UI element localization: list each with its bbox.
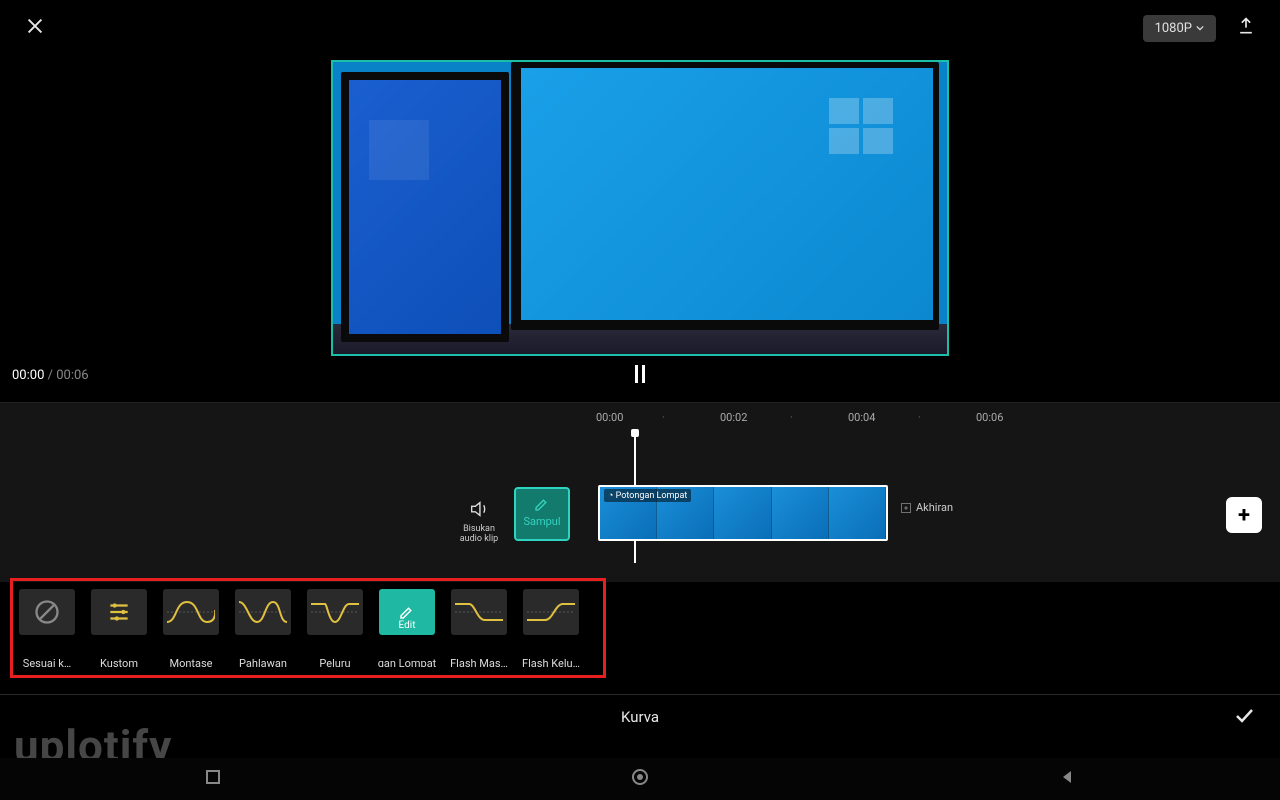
pencil-icon	[533, 495, 551, 513]
preset-label: Flash Mas…	[450, 657, 508, 667]
preset-label: Kustom	[100, 657, 138, 667]
panel-title: Kurva	[621, 708, 659, 726]
edit-label: Edit	[379, 620, 435, 631]
preset-label: Montase	[169, 657, 212, 667]
preset-label: Peluru	[319, 657, 350, 667]
pause-button[interactable]	[635, 365, 645, 383]
preset-label: Pahlawan	[239, 657, 287, 667]
preset-label: Sesuai k…	[23, 657, 71, 667]
preset-peluru[interactable]: Peluru	[305, 589, 365, 667]
pencil-icon	[398, 603, 416, 621]
export-icon[interactable]	[1236, 16, 1256, 40]
curve-icon	[527, 596, 575, 628]
resolution-label: 1080P	[1155, 21, 1192, 36]
confirm-button[interactable]	[1232, 703, 1256, 731]
preset-label: gan Lompat	[378, 657, 437, 667]
plus-square-icon	[900, 502, 912, 514]
nav-recent-icon[interactable]	[205, 769, 221, 789]
curve-presets-highlight: Sesuai k… Kustom Montase Pahlawan Peluru…	[10, 578, 606, 678]
playback-time: 00:00 / 00:06	[12, 368, 89, 383]
none-icon	[33, 598, 61, 626]
check-icon	[1232, 703, 1256, 727]
preset-pahlawan[interactable]: Pahlawan	[233, 589, 293, 667]
preset-custom[interactable]: Kustom	[89, 589, 149, 667]
mute-label: Bisukan audio klip	[454, 525, 504, 545]
preset-label: Flash Kelu…	[522, 657, 580, 667]
nav-back-icon[interactable]	[1059, 769, 1075, 789]
time-total: 00:06	[56, 368, 88, 383]
timeline-ruler: 00:00 · 00:02 · 00:04 · 00:06	[0, 411, 1280, 431]
preset-montase[interactable]: Montase	[161, 589, 221, 667]
clip-badge: ◔ Potongan Lompat	[604, 489, 691, 502]
curve-icon	[239, 596, 287, 628]
sliders-icon	[106, 599, 132, 625]
add-clip-button[interactable]: +	[1226, 497, 1262, 533]
mute-audio-button[interactable]: Bisukan audio klip	[454, 498, 504, 545]
nav-home-icon[interactable]	[631, 768, 649, 790]
video-preview[interactable]	[331, 60, 949, 356]
cover-button[interactable]: Sampul	[514, 487, 570, 541]
ending-button[interactable]: Akhiran	[900, 501, 953, 514]
panel-title-bar: Kurva	[0, 694, 1280, 738]
android-navbar	[0, 758, 1280, 800]
cover-label: Sampul	[523, 515, 560, 528]
preset-flash-in[interactable]: Flash Mas…	[449, 589, 509, 667]
curve-icon	[311, 596, 359, 628]
resolution-selector[interactable]: 1080P	[1143, 15, 1216, 42]
time-current: 00:00	[12, 368, 44, 383]
close-icon[interactable]	[24, 15, 46, 41]
video-clip[interactable]: ◔ Potongan Lompat	[598, 485, 888, 541]
ending-label: Akhiran	[916, 501, 953, 514]
speaker-icon	[468, 498, 490, 520]
preset-lompat[interactable]: Edit gan Lompat	[377, 589, 437, 667]
preset-flash-out[interactable]: Flash Kelu…	[521, 589, 581, 667]
preset-none[interactable]: Sesuai k…	[17, 589, 77, 667]
curve-icon	[167, 596, 215, 628]
timeline[interactable]: 00:00 · 00:02 · 00:04 · 00:06 Bisukan au…	[0, 402, 1280, 582]
curve-icon	[455, 596, 503, 628]
chevron-down-icon	[1196, 24, 1204, 32]
